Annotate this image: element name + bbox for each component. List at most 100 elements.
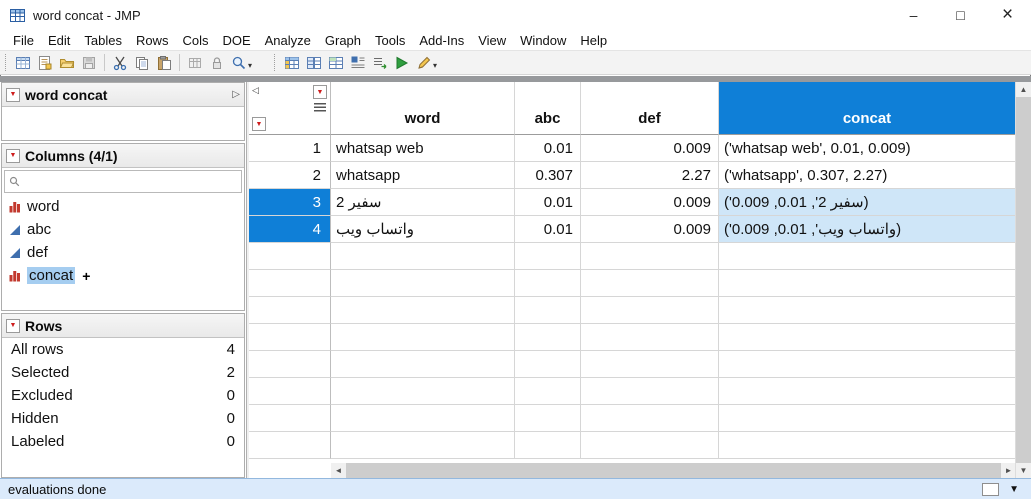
empty-cell[interactable] bbox=[331, 378, 515, 405]
lock-icon[interactable] bbox=[206, 52, 228, 74]
empty-cell[interactable] bbox=[719, 297, 1016, 324]
empty-cell[interactable] bbox=[515, 324, 581, 351]
empty-cell[interactable] bbox=[331, 243, 515, 270]
word-cell[interactable]: whatsapp bbox=[331, 162, 515, 189]
empty-cell[interactable] bbox=[515, 243, 581, 270]
empty-cell[interactable] bbox=[515, 270, 581, 297]
empty-cell[interactable] bbox=[719, 270, 1016, 297]
empty-cell[interactable] bbox=[719, 243, 1016, 270]
scroll-up-arrow[interactable]: ▲ bbox=[1016, 82, 1031, 97]
empty-cell[interactable] bbox=[581, 324, 719, 351]
stack-columns-icon[interactable] bbox=[325, 52, 347, 74]
scroll-down-arrow[interactable]: ▼ bbox=[1016, 463, 1031, 478]
save-icon[interactable] bbox=[78, 52, 100, 74]
menu-item-tools[interactable]: Tools bbox=[368, 31, 412, 50]
empty-cell[interactable] bbox=[515, 432, 581, 459]
empty-cell[interactable] bbox=[581, 378, 719, 405]
open-icon[interactable] bbox=[56, 52, 78, 74]
menu-item-file[interactable]: File bbox=[6, 31, 41, 50]
status-page-icon[interactable] bbox=[982, 482, 1000, 496]
menu-item-window[interactable]: Window bbox=[513, 31, 573, 50]
empty-cell[interactable] bbox=[581, 243, 719, 270]
empty-cell[interactable] bbox=[249, 432, 331, 459]
def-cell[interactable]: 0.009 bbox=[581, 216, 719, 243]
empty-cell[interactable] bbox=[581, 432, 719, 459]
row-number[interactable]: 2 bbox=[249, 162, 331, 189]
stat-labeled[interactable]: Labeled 0 bbox=[2, 430, 244, 453]
def-cell[interactable]: 0.009 bbox=[581, 189, 719, 216]
empty-cell[interactable] bbox=[249, 324, 331, 351]
empty-cell[interactable] bbox=[249, 270, 331, 297]
row-number[interactable]: 3 bbox=[249, 189, 331, 216]
new-journal-icon[interactable] bbox=[34, 52, 56, 74]
concat-cell[interactable]: ('whatsap web', 0.01, 0.009) bbox=[719, 135, 1016, 162]
empty-cell[interactable] bbox=[719, 432, 1016, 459]
zoom-icon[interactable] bbox=[228, 52, 250, 74]
empty-cell[interactable] bbox=[719, 405, 1016, 432]
rows-red-triangle-menu[interactable]: ▼ bbox=[6, 318, 20, 333]
minimize-button[interactable]: – bbox=[890, 0, 937, 30]
columns-red-triangle-menu[interactable]: ▼ bbox=[6, 148, 20, 163]
menu-item-doe[interactable]: DOE bbox=[215, 31, 257, 50]
abc-cell[interactable]: 0.01 bbox=[515, 135, 581, 162]
concat-cell[interactable]: ('واتساب ويب', 0.01, 0.009) bbox=[719, 216, 1016, 243]
menu-item-graph[interactable]: Graph bbox=[318, 31, 368, 50]
copy-icon[interactable] bbox=[131, 52, 153, 74]
new-data-table-icon[interactable] bbox=[12, 52, 34, 74]
copy-table-icon[interactable] bbox=[184, 52, 206, 74]
empty-cell[interactable] bbox=[719, 378, 1016, 405]
empty-cell[interactable] bbox=[249, 351, 331, 378]
paste-icon[interactable] bbox=[153, 52, 175, 74]
column-header-def[interactable]: def bbox=[581, 82, 719, 135]
empty-cell[interactable] bbox=[719, 351, 1016, 378]
close-button[interactable]: × bbox=[984, 0, 1031, 30]
empty-cell[interactable] bbox=[331, 324, 515, 351]
empty-cell[interactable] bbox=[581, 405, 719, 432]
word-cell[interactable]: سفير 2 bbox=[331, 189, 515, 216]
empty-cell[interactable] bbox=[515, 351, 581, 378]
empty-cell[interactable] bbox=[331, 297, 515, 324]
vertical-scrollbar[interactable]: ▲ ▼ bbox=[1015, 82, 1031, 478]
def-cell[interactable]: 2.27 bbox=[581, 162, 719, 189]
cut-icon[interactable] bbox=[109, 52, 131, 74]
manage-views-icon[interactable] bbox=[347, 52, 369, 74]
column-header-abc[interactable]: abc bbox=[515, 82, 581, 135]
menu-item-cols[interactable]: Cols bbox=[175, 31, 215, 50]
abc-cell[interactable]: 0.307 bbox=[515, 162, 581, 189]
abc-cell[interactable]: 0.01 bbox=[515, 216, 581, 243]
column-item-concat[interactable]: concat + bbox=[2, 264, 244, 287]
expand-arrow-icon[interactable]: ▷ bbox=[232, 89, 240, 100]
columns-corner-red-triangle[interactable]: ▼ bbox=[313, 85, 327, 99]
empty-cell[interactable] bbox=[249, 243, 331, 270]
toolbar-grip[interactable] bbox=[274, 54, 277, 71]
row-number[interactable]: 1 bbox=[249, 135, 331, 162]
menu-item-help[interactable]: Help bbox=[573, 31, 614, 50]
column-item-abc[interactable]: abc bbox=[2, 218, 244, 241]
empty-cell[interactable] bbox=[331, 405, 515, 432]
column-header-word[interactable]: word bbox=[331, 82, 515, 135]
run-script-icon[interactable] bbox=[391, 52, 413, 74]
scroll-left-arrow[interactable]: ◄ bbox=[331, 463, 346, 478]
menu-item-rows[interactable]: Rows bbox=[129, 31, 176, 50]
scroll-right-arrow[interactable]: ► bbox=[1001, 463, 1016, 478]
hscroll-thumb[interactable] bbox=[346, 463, 1001, 478]
concat-cell[interactable]: ('whatsapp', 0.307, 2.27) bbox=[719, 162, 1016, 189]
abc-cell[interactable]: 0.01 bbox=[515, 189, 581, 216]
empty-cell[interactable] bbox=[331, 270, 515, 297]
empty-cell[interactable] bbox=[249, 378, 331, 405]
horizontal-scrollbar[interactable]: ◄ ► bbox=[331, 463, 1016, 478]
recode-icon[interactable] bbox=[369, 52, 391, 74]
empty-cell[interactable] bbox=[249, 405, 331, 432]
empty-cell[interactable] bbox=[719, 324, 1016, 351]
empty-cell[interactable] bbox=[515, 378, 581, 405]
zoom-dropdown-icon[interactable]: ▾ bbox=[248, 61, 252, 70]
collapse-sidebar-icon[interactable]: ◁ bbox=[252, 85, 259, 96]
stat-excluded[interactable]: Excluded 0 bbox=[2, 384, 244, 407]
split-columns-icon[interactable] bbox=[303, 52, 325, 74]
status-dropdown-icon[interactable]: ▼ bbox=[1009, 484, 1019, 495]
menu-item-view[interactable]: View bbox=[471, 31, 513, 50]
concat-cell[interactable]: ('سفير 2', 0.01, 0.009) bbox=[719, 189, 1016, 216]
rows-corner-red-triangle[interactable]: ▼ bbox=[252, 117, 266, 131]
row-number[interactable]: 4 bbox=[249, 216, 331, 243]
stat-hidden[interactable]: Hidden 0 bbox=[2, 407, 244, 430]
